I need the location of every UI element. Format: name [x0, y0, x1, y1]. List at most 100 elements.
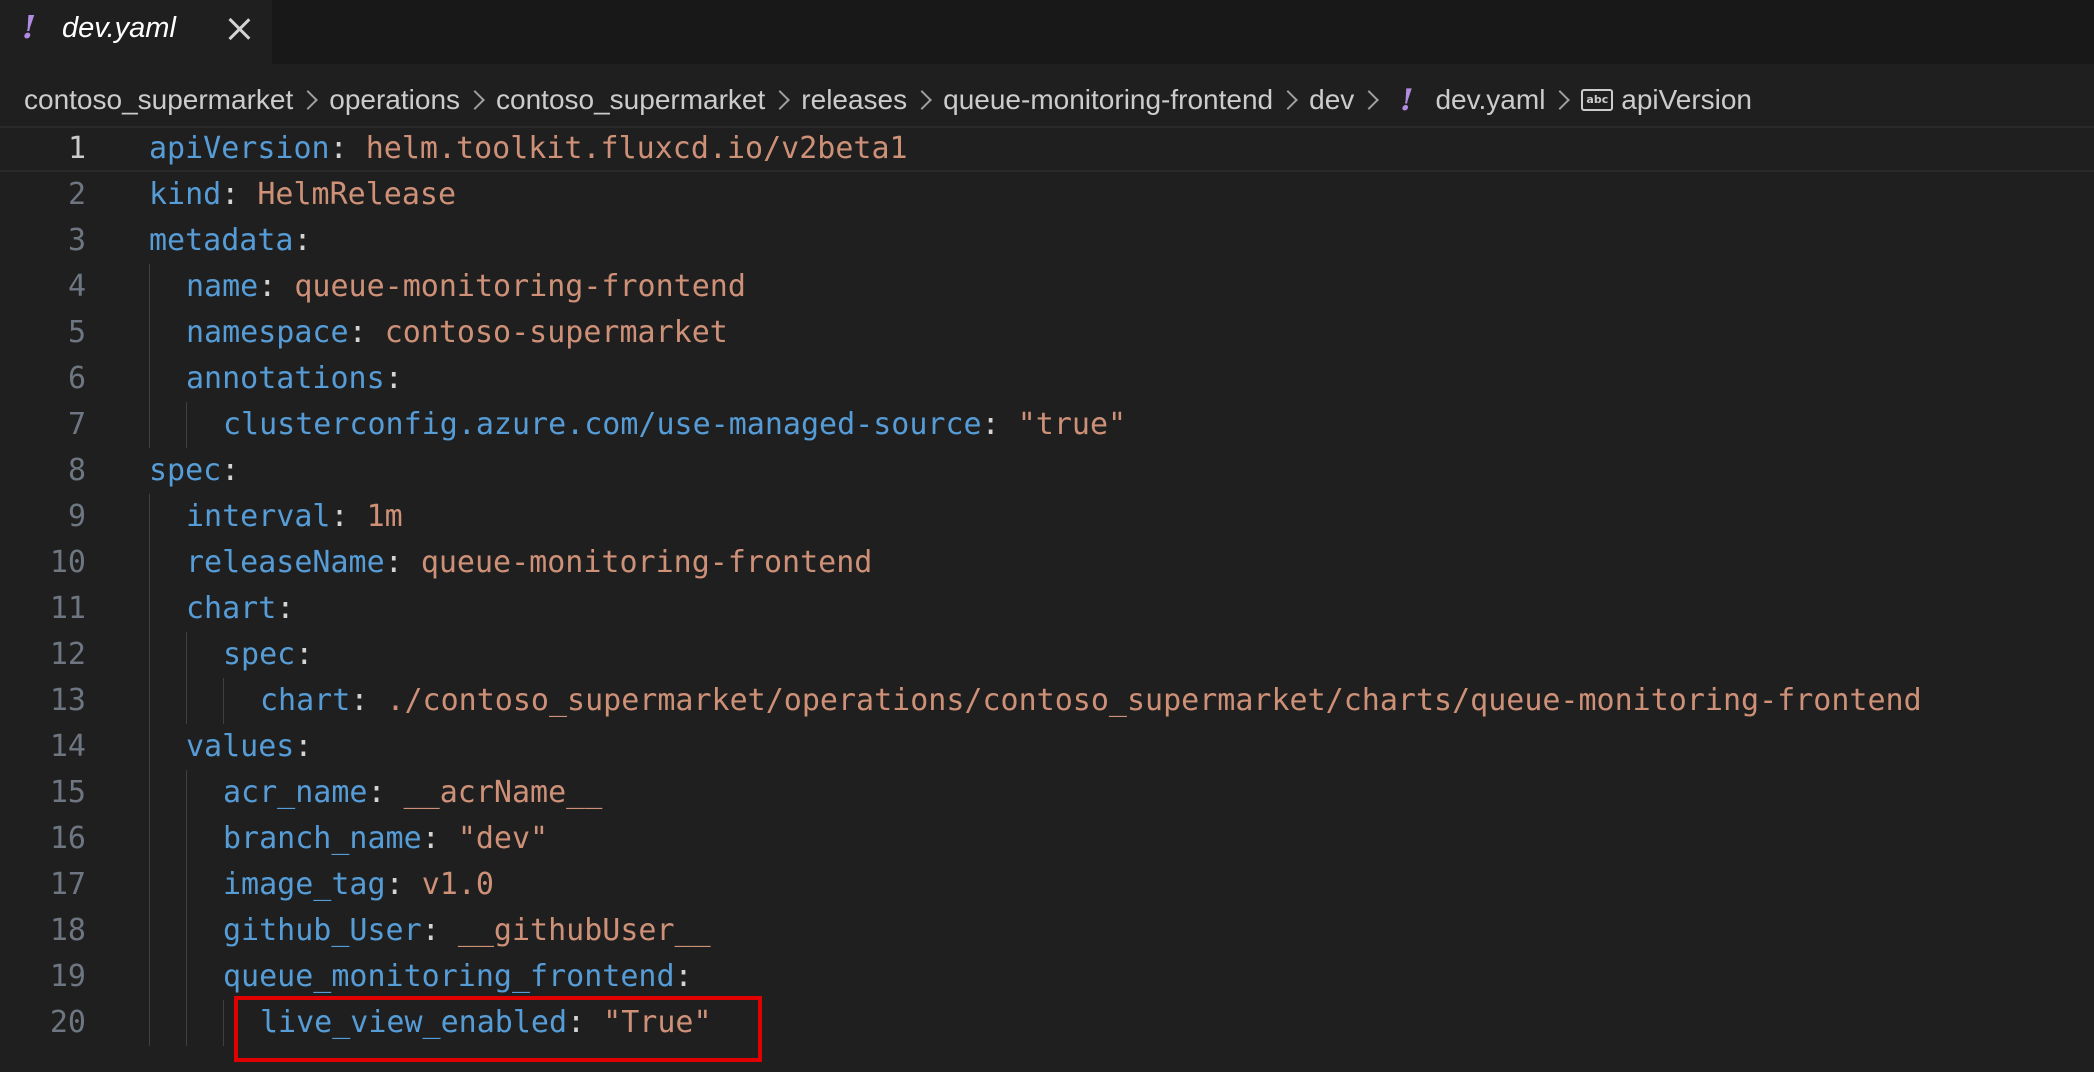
yaml-value: v1.0: [421, 867, 494, 902]
code-content: name: queue-monitoring-frontend: [186, 264, 746, 310]
breadcrumb: contoso_supermarket operations contoso_s…: [0, 68, 2094, 132]
yaml-colon: :: [221, 453, 240, 488]
code-content: values:: [186, 724, 312, 770]
code-line[interactable]: 17 image_tag: v1.0: [0, 862, 2094, 908]
code-content: clusterconfig.azure.com/use-managed-sour…: [223, 402, 1126, 448]
editor-window: ! dev.yaml contoso_supermarket operation…: [0, 0, 2094, 1072]
code-content: chart: ./contoso_supermarket/operations/…: [260, 678, 1922, 724]
chevron-right-icon: [912, 90, 933, 110]
chevron-right-icon: [465, 90, 485, 110]
yaml-colon: :: [384, 545, 421, 580]
code-content: releaseName: queue-monitoring-frontend: [186, 540, 872, 586]
code-line[interactable]: 13 chart: ./contoso_supermarket/operation…: [0, 678, 2094, 724]
breadcrumb-item-contoso-supermarket-2[interactable]: contoso_supermarket: [496, 84, 765, 116]
yaml-key: metadata: [149, 223, 294, 258]
line-number: 7: [67, 407, 86, 442]
chevron-right-icon: [1359, 90, 1380, 110]
yaml-value: helm.toolkit.fluxcd.io/v2beta1: [365, 131, 908, 166]
code-content: branch_name: "dev": [223, 816, 548, 862]
code-line[interactable]: 9 interval: 1m: [0, 494, 2094, 540]
highlight-box: [234, 996, 762, 1062]
breadcrumb-item-contoso-supermarket[interactable]: contoso_supermarket: [24, 84, 293, 116]
breadcrumb-item-dev[interactable]: dev: [1309, 84, 1354, 116]
code-content: spec:: [149, 448, 239, 494]
breadcrumb-item-operations[interactable]: operations: [329, 84, 460, 116]
yaml-key: github_User: [223, 913, 422, 948]
yaml-value: HelmRelease: [257, 177, 457, 212]
code-content: annotations:: [186, 356, 403, 402]
line-number: 15: [49, 775, 86, 810]
yaml-key: values: [186, 729, 295, 764]
yaml-colon: :: [258, 269, 295, 304]
code-line[interactable]: 4 name: queue-monitoring-frontend: [0, 264, 2094, 310]
yaml-value: contoso-supermarket: [384, 315, 728, 350]
yaml-colon: :: [367, 775, 404, 810]
breadcrumb-item-releases[interactable]: releases: [801, 84, 907, 116]
line-number: 9: [67, 499, 86, 534]
code-line[interactable]: 12 spec:: [0, 632, 2094, 678]
line-number: 6: [67, 361, 86, 396]
code-line[interactable]: 2 kind: HelmRelease: [0, 172, 2094, 218]
code-line[interactable]: 15 acr_name: __acrName__: [0, 770, 2094, 816]
tab-title: dev.yaml: [62, 12, 176, 44]
chevron-right-icon: [1278, 90, 1299, 110]
line-number: 13: [49, 683, 86, 718]
tab-dev-yaml[interactable]: ! dev.yaml: [0, 0, 272, 64]
yaml-value: ./contoso_supermarket/operations/contoso…: [386, 683, 1922, 718]
breadcrumb-item-symbol[interactable]: apiVersion: [1621, 84, 1752, 116]
line-number: 5: [67, 315, 86, 350]
code-content: image_tag: v1.0: [223, 862, 494, 908]
yaml-colon: :: [276, 591, 295, 626]
yaml-value: queue-monitoring-frontend: [294, 269, 746, 304]
yaml-key: branch_name: [223, 821, 422, 856]
yaml-key: image_tag: [223, 867, 386, 902]
yaml-key: spec: [149, 453, 222, 488]
line-number: 14: [49, 729, 86, 764]
yaml-key: namespace: [186, 315, 349, 350]
yaml-colon: :: [421, 821, 458, 856]
yaml-key: chart: [260, 683, 351, 718]
close-icon[interactable]: [224, 14, 254, 44]
yaml-value: __acrName__: [403, 775, 603, 810]
yaml-colon: :: [348, 315, 385, 350]
line-number: 18: [49, 913, 86, 948]
code-line[interactable]: 14 values:: [0, 724, 2094, 770]
line-number: 16: [49, 821, 86, 856]
yaml-colon: :: [384, 361, 403, 396]
breadcrumb-item-file[interactable]: dev.yaml: [1435, 84, 1545, 116]
line-number: 3: [67, 223, 86, 258]
chevron-right-icon: [298, 90, 319, 110]
code-line[interactable]: 10 releaseName: queue-monitoring-frontend: [0, 540, 2094, 586]
yaml-value: "dev": [457, 821, 549, 856]
code-line[interactable]: 3 metadata:: [0, 218, 2094, 264]
code-line[interactable]: 16 branch_name: "dev": [0, 816, 2094, 862]
yaml-value: queue-monitoring-frontend: [420, 545, 873, 580]
code-editor[interactable]: 1 apiVersion: helm.toolkit.fluxcd.io/v2be…: [0, 126, 2094, 1072]
line-number: 8: [67, 453, 86, 488]
yaml-colon: :: [329, 131, 366, 166]
line-number: 10: [49, 545, 86, 580]
code-line[interactable]: 8 spec:: [0, 448, 2094, 494]
code-line[interactable]: 11 chart:: [0, 586, 2094, 632]
code-line[interactable]: 19 queue_monitoring_frontend:: [0, 954, 2094, 1000]
code-line[interactable]: 18 github_User: __githubUser__: [0, 908, 2094, 954]
code-content: chart:: [186, 586, 294, 632]
code-content: acr_name: __acrName__: [223, 770, 602, 816]
tab-bar: ! dev.yaml: [0, 0, 2094, 64]
code-line[interactable]: 6 annotations:: [0, 356, 2094, 402]
yaml-key: interval: [186, 499, 331, 534]
yaml-colon: :: [221, 177, 258, 212]
code-line[interactable]: 1 apiVersion: helm.toolkit.fluxcd.io/v2be…: [0, 126, 2094, 172]
code-content: namespace: contoso-supermarket: [186, 310, 728, 356]
code-line[interactable]: 7 clusterconfig.azure.com/use-managed-sou…: [0, 402, 2094, 448]
code-content: queue_monitoring_frontend:: [223, 954, 693, 1000]
yaml-colon: :: [674, 959, 693, 994]
yaml-colon: :: [330, 499, 367, 534]
yaml-colon: :: [295, 637, 314, 672]
yaml-key: queue_monitoring_frontend: [223, 959, 675, 994]
breadcrumb-item-queue-monitoring-frontend[interactable]: queue-monitoring-frontend: [943, 84, 1273, 116]
yaml-value: "true": [1017, 407, 1127, 442]
code-line[interactable]: 5 namespace: contoso-supermarket: [0, 310, 2094, 356]
yaml-key: acr_name: [223, 775, 368, 810]
chevron-right-icon: [1550, 90, 1571, 110]
